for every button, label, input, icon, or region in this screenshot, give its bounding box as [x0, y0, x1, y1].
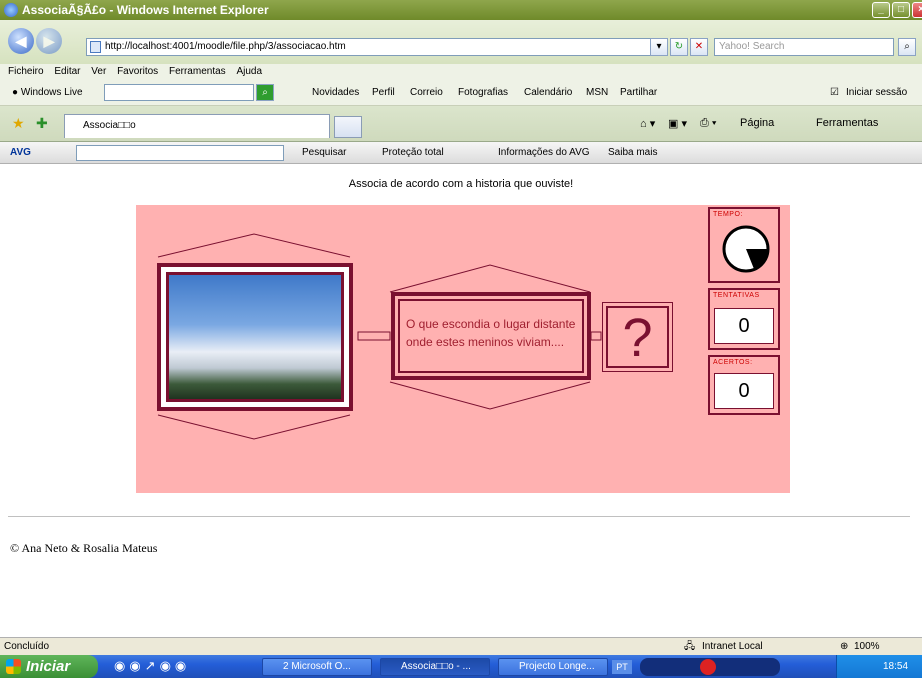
live-signin-link[interactable]: Iniciar sessão [846, 80, 907, 106]
windows-live-icon: ● [12, 87, 19, 98]
live-link-calendario[interactable]: Calendário [524, 80, 572, 106]
search-placeholder: Yahoo! Search [719, 41, 785, 52]
avg-more-link[interactable]: Saiba mais [608, 142, 657, 164]
hits-panel: ACERTOS: 0 [708, 355, 780, 415]
live-link-msn[interactable]: MSN [586, 80, 608, 106]
timer-label: TEMPO: [713, 211, 743, 218]
tries-label: TENTATIVAS [713, 292, 760, 299]
live-search-input[interactable] [104, 84, 254, 101]
maximize-button[interactable]: □ [892, 2, 910, 18]
tries-panel: TENTATIVAS 0 [708, 288, 780, 350]
refresh-button[interactable]: ↻ [670, 38, 688, 56]
image-bottom-chevron [157, 414, 351, 440]
zoom-icon: ⊕ [840, 641, 849, 652]
menu-favoritos[interactable]: Favoritos [117, 66, 158, 77]
start-label: Iniciar [26, 658, 71, 675]
quick-launch[interactable]: ◉◉↗◉◉ [114, 658, 190, 674]
image-top-chevron [157, 233, 351, 258]
language-indicator[interactable]: PT [612, 660, 632, 674]
new-tab-button[interactable] [334, 116, 362, 138]
zoom-level[interactable]: 100% [854, 638, 880, 655]
avg-brand[interactable]: AVG [10, 147, 31, 158]
print-icon[interactable]: ⎙ ▾ [700, 117, 716, 130]
add-favorite-icon[interactable]: ✚ [36, 115, 48, 132]
hits-value: 0 [714, 373, 774, 409]
zone-text: Intranet Local [702, 641, 763, 652]
media-player-bar[interactable] [640, 658, 780, 676]
task-projecto[interactable]: Projecto Longe... [498, 658, 608, 676]
window-title-bar: AssociaÃ§Ã£o - Windows Internet Explorer… [0, 0, 922, 20]
windows-logo-icon [6, 659, 21, 674]
page-menu[interactable]: Página [740, 117, 774, 129]
task-microsoft-office[interactable]: 2 Microsoft O... [262, 658, 372, 676]
avg-search-button[interactable]: Pesquisar [302, 142, 346, 164]
address-dropdown-button[interactable]: ▾ [650, 38, 668, 56]
story-image-frame[interactable] [157, 263, 353, 411]
windows-live-brand[interactable]: Windows Live [21, 87, 83, 98]
live-link-partilhar[interactable]: Partilhar [620, 80, 657, 106]
tab-associacao[interactable]: Associa□□o [64, 114, 330, 138]
mountain-image [166, 272, 344, 402]
question-connector [590, 331, 602, 341]
question-text: O que escondia o lugar distante onde est… [398, 299, 584, 373]
window-title: AssociaÃ§Ã£o - Windows Internet Explorer [22, 3, 269, 17]
home-icon[interactable]: ⌂ ▾ [640, 117, 655, 130]
avg-info-link[interactable]: Informações do AVG [498, 142, 590, 164]
close-button[interactable]: × [912, 2, 922, 18]
intranet-icon: 🖧 [684, 641, 696, 652]
clock-icon [722, 225, 770, 273]
hits-label: ACERTOS: [713, 359, 753, 366]
tries-value: 0 [714, 308, 774, 344]
favorites-star-icon[interactable]: ★ [12, 115, 25, 132]
tools-menu[interactable]: Ferramentas [816, 117, 878, 129]
live-link-perfil[interactable]: Perfil [372, 80, 395, 106]
menu-ferramentas[interactable]: Ferramentas [169, 66, 226, 77]
live-link-novidades[interactable]: Novidades [312, 80, 359, 106]
question-card[interactable]: O que escondia o lugar distante onde est… [391, 292, 591, 380]
start-button[interactable]: Iniciar [0, 655, 98, 678]
avg-protection-link[interactable]: Proteção total [382, 142, 444, 164]
copyright-text: © Ana Neto & Rosalia Mateus [10, 541, 158, 555]
back-button[interactable]: ◀ [8, 28, 34, 54]
page-icon [90, 41, 101, 53]
pause-icon[interactable] [700, 659, 716, 675]
image-connector [357, 331, 391, 341]
address-url: http://localhost:4001/moodle/file.php/3/… [105, 41, 346, 52]
answer-slot[interactable]: ? [602, 302, 673, 372]
ie-icon [4, 3, 18, 17]
live-link-correio[interactable]: Correio [410, 80, 443, 106]
search-icon[interactable]: ⌕ [898, 38, 916, 56]
status-text: Concluído [4, 641, 50, 652]
minimize-button[interactable]: _ [872, 2, 890, 18]
text-top-chevron [389, 264, 591, 293]
avg-search-input[interactable] [76, 145, 284, 161]
task-associacao[interactable]: Associa□□o - ... [380, 658, 490, 676]
menu-bar: Ficheiro Editar Ver Favoritos Ferramenta… [0, 64, 922, 80]
status-bar: Concluído 🖧 Intranet Local ⊕ 100% [0, 637, 922, 655]
live-link-fotografias[interactable]: Fotografias [458, 80, 508, 106]
signin-icon: ☑ [830, 87, 839, 98]
tab-title: Associa□□o [83, 120, 136, 131]
address-input[interactable]: http://localhost:4001/moodle/file.php/3/… [86, 38, 666, 56]
search-input[interactable]: Yahoo! Search [714, 38, 894, 56]
page-heading: Associa de acordo com a historia que ouv… [348, 178, 574, 190]
question-mark: ? [606, 306, 669, 368]
system-tray: 18:54 [836, 655, 922, 678]
feeds-icon[interactable]: ▣ ▾ [668, 117, 687, 130]
menu-ver[interactable]: Ver [91, 66, 106, 77]
forward-button[interactable]: ▶ [36, 28, 62, 54]
content-divider [8, 516, 910, 517]
menu-ficheiro[interactable]: Ficheiro [8, 66, 44, 77]
stop-button[interactable]: ✕ [690, 38, 708, 56]
menu-ajuda[interactable]: Ajuda [236, 66, 262, 77]
clock[interactable]: 18:54 [883, 661, 908, 672]
timer-panel: TEMPO: [708, 207, 780, 283]
live-search-button[interactable]: ⌕ [256, 84, 274, 101]
menu-editar[interactable]: Editar [54, 66, 80, 77]
text-bottom-chevron [389, 381, 591, 410]
